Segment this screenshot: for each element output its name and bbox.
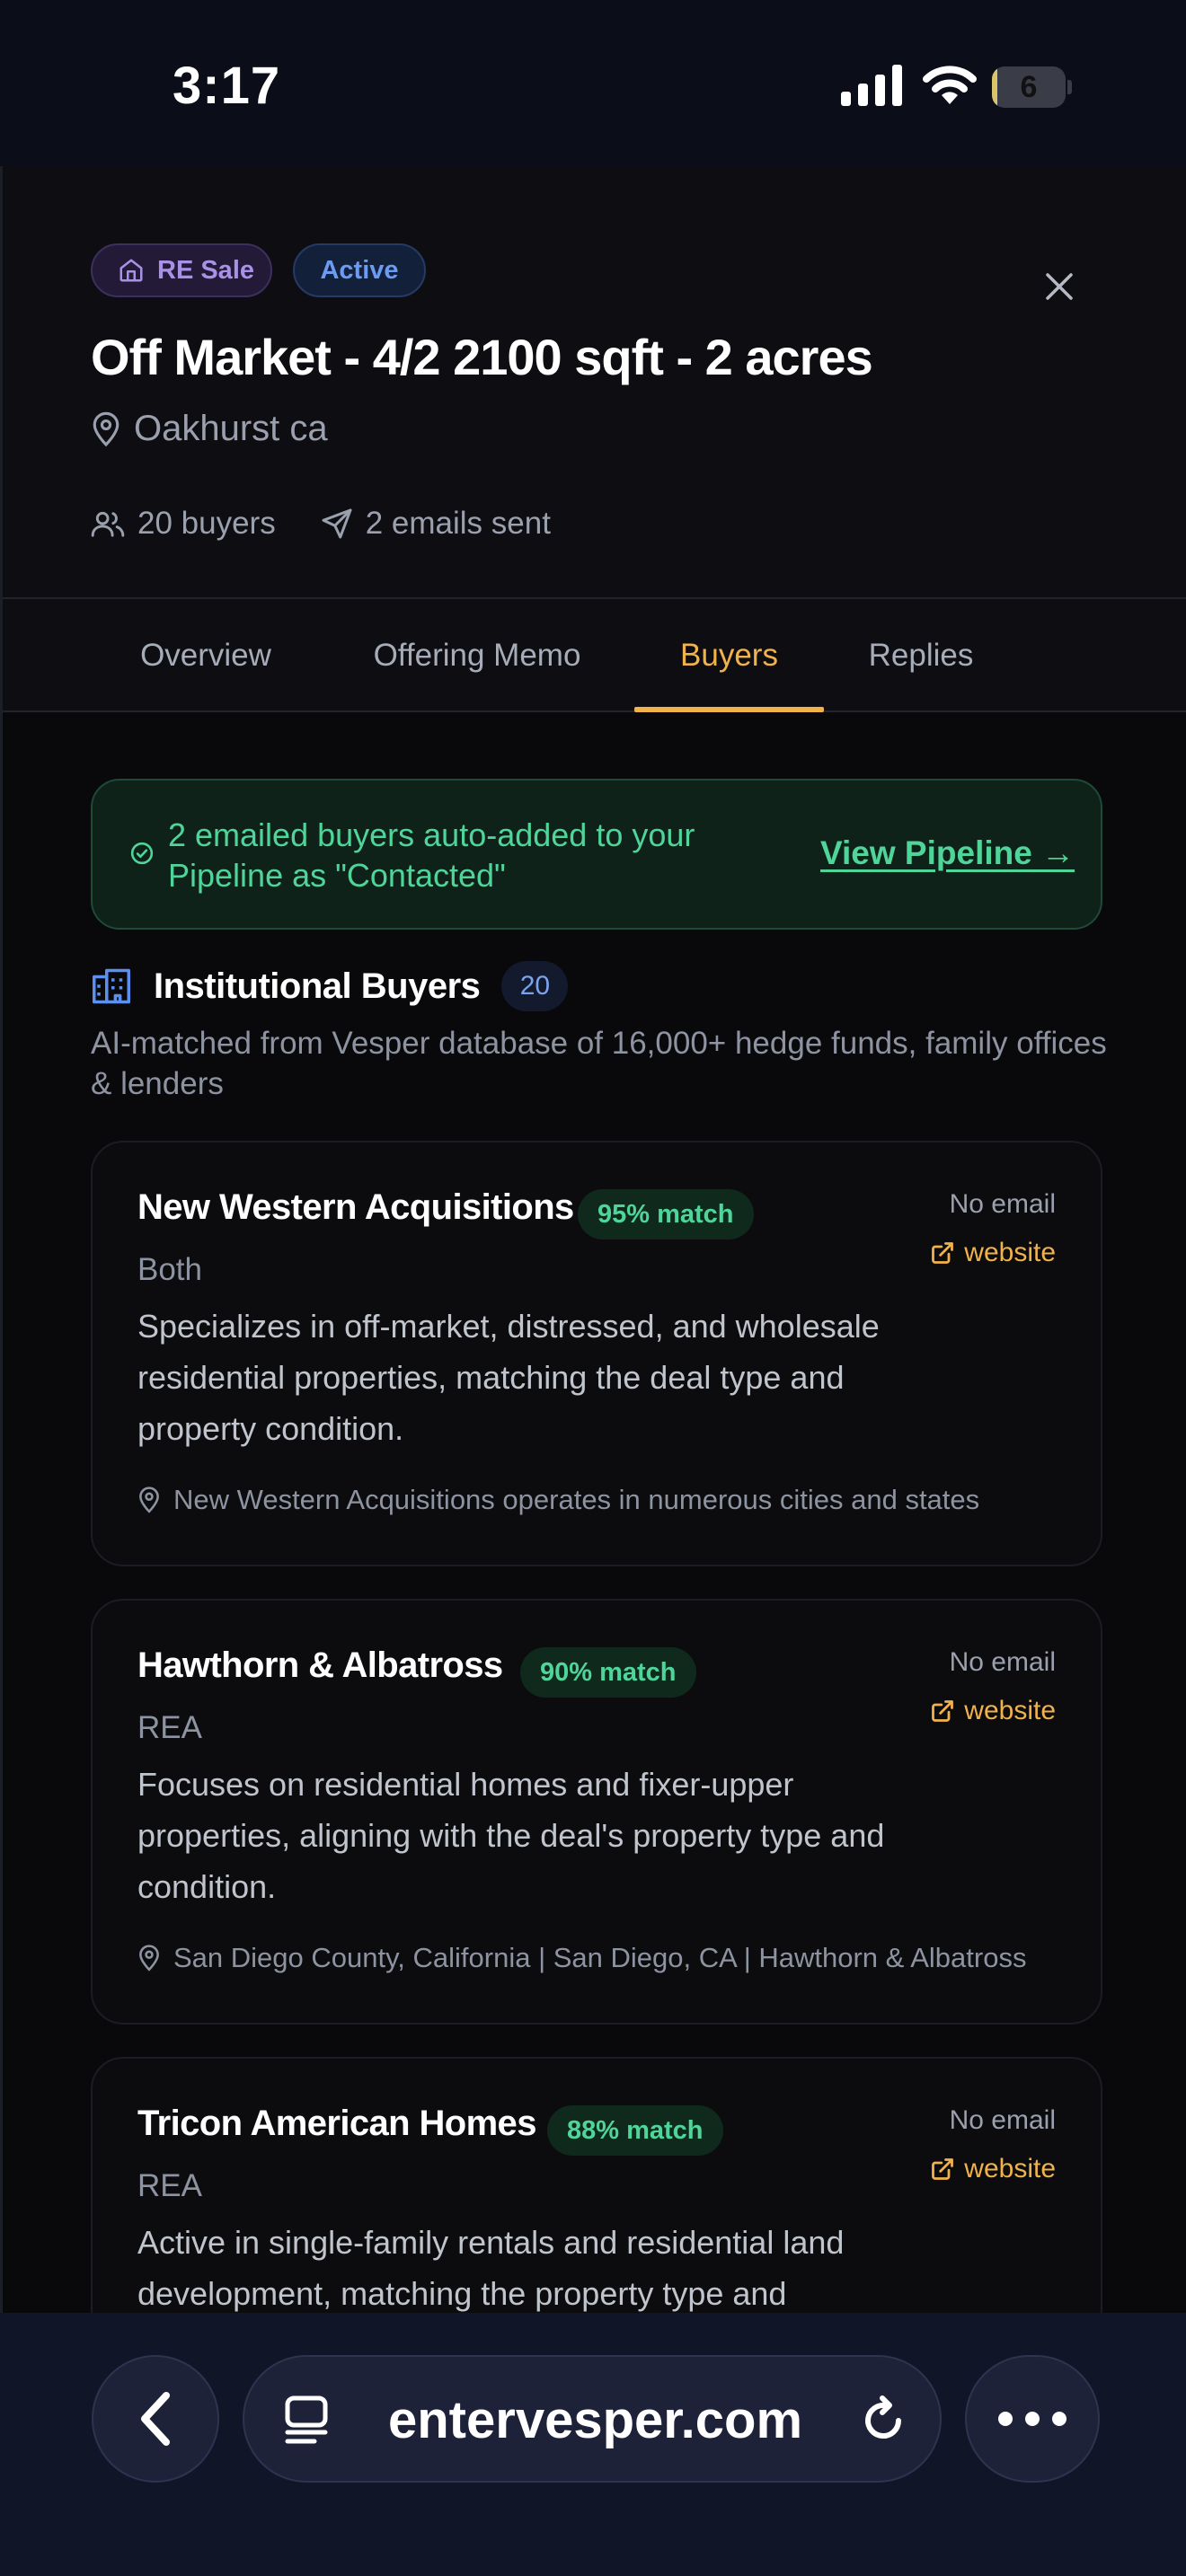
home-icon bbox=[119, 259, 143, 282]
buyer-name: Hawthorn & Albatross bbox=[137, 1645, 503, 1685]
send-icon bbox=[322, 508, 352, 539]
status-bar: 3:17 6 bbox=[0, 0, 1186, 166]
institutional-buyers-heading: Institutional Buyers 20 bbox=[91, 961, 569, 1011]
tab-replies[interactable]: Replies bbox=[844, 599, 998, 712]
website-label: website bbox=[964, 2154, 1056, 2183]
type-badge-label: RE Sale bbox=[157, 255, 254, 285]
website-link[interactable]: website bbox=[930, 2154, 1056, 2184]
building-icon bbox=[93, 968, 130, 1004]
buyers-stat: 20 buyers bbox=[91, 506, 276, 542]
buyer-card[interactable]: Tricon American Homes 88% match No email… bbox=[91, 2057, 1102, 2313]
external-link-icon bbox=[932, 1242, 954, 1264]
tab-buyers[interactable]: Buyers bbox=[634, 599, 824, 712]
address-bar[interactable]: entervesper.com bbox=[243, 2355, 942, 2483]
buyer-card[interactable]: Hawthorn & Albatross 90% match No email … bbox=[91, 1599, 1102, 2025]
listing-header: RE Sale Active Off Market - 4/2 2100 sqf… bbox=[3, 166, 1186, 599]
listing-location: Oakhurst ca bbox=[91, 409, 328, 449]
match-badge: 88% match bbox=[547, 2105, 723, 2156]
listing-modal: RE Sale Active Off Market - 4/2 2100 sqf… bbox=[0, 166, 1186, 2313]
tabs-icon bbox=[285, 2395, 328, 2444]
buyer-location-text: New Western Acquisitions operates in num… bbox=[173, 1484, 980, 1515]
buyer-name: New Western Acquisitions bbox=[137, 1187, 574, 1227]
emails-sent: 2 emails sent bbox=[365, 506, 551, 541]
tab-bar: Overview Offering Memo Buyers Replies bbox=[3, 599, 1186, 712]
section-description: AI-matched from Vesper database of 16,00… bbox=[91, 1026, 1107, 1101]
match-badge: 95% match bbox=[578, 1189, 754, 1239]
website-link[interactable]: website bbox=[930, 1238, 1056, 1268]
buyers-count-badge: 20 bbox=[501, 961, 569, 1011]
url-text: entervesper.com bbox=[388, 2391, 803, 2449]
website-label: website bbox=[964, 1238, 1056, 1267]
website-label: website bbox=[964, 1696, 1056, 1725]
browser-toolbar: entervesper.com bbox=[0, 2313, 1186, 2576]
status-time: 3:17 bbox=[173, 57, 281, 115]
buyer-card[interactable]: New Western Acquisitions 95% match No em… bbox=[91, 1141, 1102, 1566]
buyer-description: Specializes in off-market, distressed, a… bbox=[137, 1308, 880, 1447]
more-dot bbox=[1052, 2412, 1067, 2426]
view-pipeline-link[interactable]: View Pipeline → bbox=[820, 834, 1075, 872]
buyer-location: San Diego County, California | San Diego… bbox=[137, 1942, 1054, 1974]
cellular-signal-icon bbox=[841, 65, 902, 106]
status-badge: Active bbox=[293, 243, 426, 297]
map-pin-icon bbox=[139, 1945, 159, 1972]
buyer-location-text: San Diego County, California | San Diego… bbox=[173, 1942, 1027, 1973]
listing-stats: 20 buyers 2 emails sent bbox=[91, 506, 596, 542]
battery-icon: 6 bbox=[992, 66, 1072, 108]
buyer-description: Focuses on residential homes and fixer-u… bbox=[137, 1766, 885, 1905]
wifi-icon bbox=[923, 66, 977, 104]
external-link-icon bbox=[932, 1700, 954, 1722]
check-circle-icon bbox=[130, 842, 154, 865]
chevron-left-icon bbox=[141, 2392, 170, 2446]
buyer-type: Both bbox=[137, 1252, 202, 1287]
listing-title: Off Market - 4/2 2100 sqft - 2 acres bbox=[91, 329, 873, 385]
buyer-type: REA bbox=[137, 2168, 202, 2203]
buyer-type: REA bbox=[137, 1710, 202, 1745]
listing-location-text: Oakhurst ca bbox=[134, 409, 328, 448]
tab-overview[interactable]: Overview bbox=[91, 599, 321, 712]
more-options-button[interactable] bbox=[965, 2355, 1100, 2483]
users-icon bbox=[91, 511, 125, 537]
email-status: No email bbox=[949, 1647, 1056, 1677]
website-link[interactable]: website bbox=[930, 1696, 1056, 1726]
reload-icon[interactable] bbox=[855, 2393, 911, 2448]
external-link-icon bbox=[932, 2158, 954, 2180]
map-pin-icon bbox=[93, 411, 119, 446]
buyer-description: Active in single-family rentals and resi… bbox=[137, 2224, 845, 2312]
section-title: Institutional Buyers bbox=[154, 966, 481, 1006]
more-dot bbox=[1025, 2412, 1040, 2426]
battery-level: 6 bbox=[1020, 70, 1038, 104]
map-pin-icon bbox=[139, 1486, 159, 1513]
email-status: No email bbox=[949, 2105, 1056, 2135]
more-dot bbox=[998, 2412, 1013, 2426]
close-button[interactable] bbox=[1036, 263, 1083, 310]
match-badge: 90% match bbox=[520, 1647, 696, 1698]
type-badge: RE Sale bbox=[91, 243, 272, 297]
buyer-name: Tricon American Homes bbox=[137, 2104, 536, 2143]
close-icon bbox=[1046, 273, 1073, 300]
email-status: No email bbox=[949, 1189, 1056, 1219]
buyer-location: New Western Acquisitions operates in num… bbox=[137, 1484, 1054, 1516]
pipeline-notice: 2 emailed buyers auto-added to your Pipe… bbox=[91, 779, 1102, 930]
tab-offering-memo[interactable]: Offering Memo bbox=[342, 599, 612, 712]
buyers-count: 20 buyers bbox=[137, 506, 276, 541]
active-tab-indicator bbox=[634, 707, 824, 712]
emails-stat: 2 emails sent bbox=[321, 506, 551, 542]
pipeline-notice-text: 2 emailed buyers auto-added to your Pipe… bbox=[168, 816, 695, 894]
back-button[interactable] bbox=[92, 2355, 219, 2483]
